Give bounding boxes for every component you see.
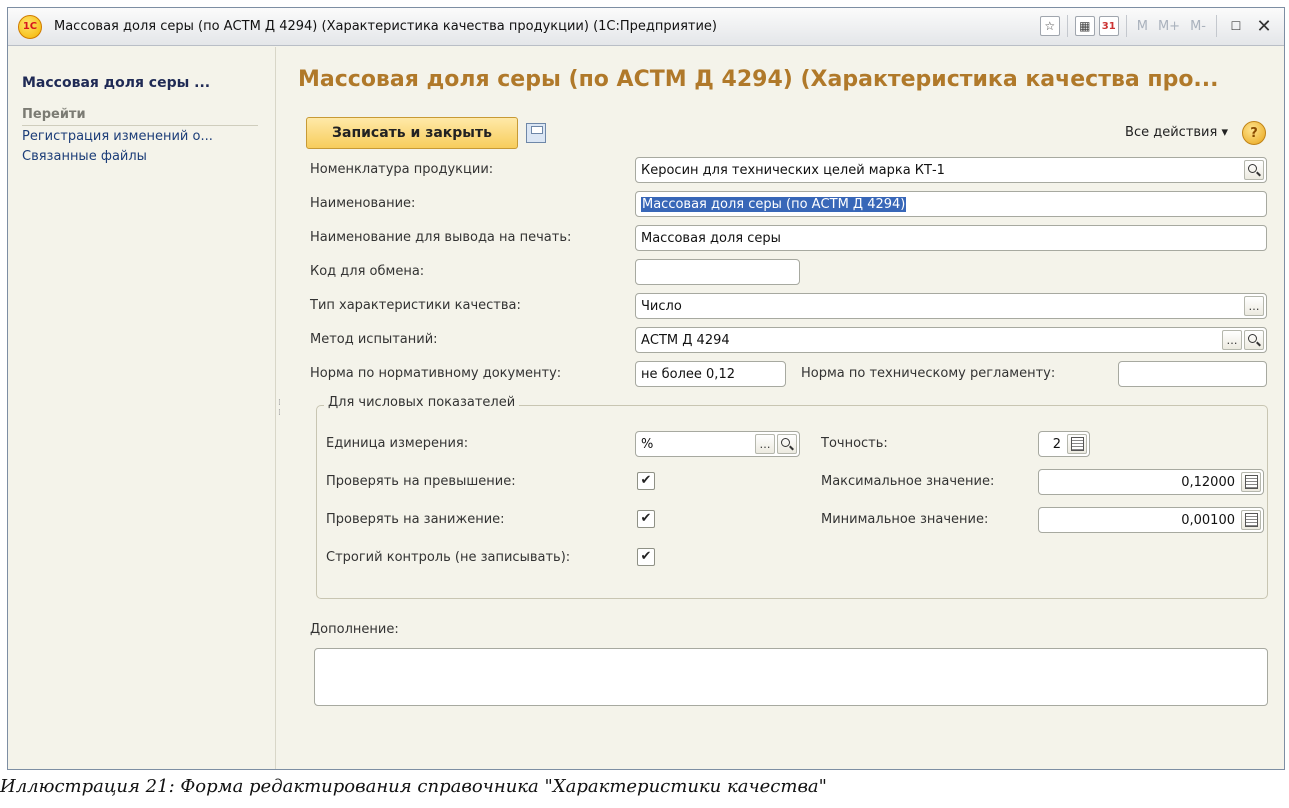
sidebar-title[interactable]: Массовая доля серы ... xyxy=(22,75,210,91)
check-over-checkbox[interactable]: ✔ xyxy=(637,472,655,490)
search-icon[interactable] xyxy=(777,434,797,454)
numeric-group-title: Для числовых показателей xyxy=(324,395,520,410)
save-icon[interactable] xyxy=(526,123,546,143)
quality-type-label: Тип характеристики качества: xyxy=(310,298,521,313)
strict-label: Строгий контроль (не записывать): xyxy=(326,550,571,565)
calendar-icon[interactable]: 31 xyxy=(1098,16,1119,36)
all-actions-menu[interactable]: Все действия ▾ xyxy=(1125,125,1228,140)
calculator-icon[interactable] xyxy=(1067,434,1087,454)
check-under-label: Проверять на занижение: xyxy=(326,512,505,527)
help-icon[interactable]: ? xyxy=(1242,121,1266,145)
norm-tech-field[interactable] xyxy=(1118,361,1267,387)
exchange-code-field[interactable] xyxy=(635,259,800,285)
memory-plus-button[interactable]: M+ xyxy=(1155,19,1183,34)
strict-checkbox[interactable]: ✔ xyxy=(637,548,655,566)
select-ellipsis-icon[interactable]: … xyxy=(755,434,775,454)
calculator-icon[interactable] xyxy=(1241,510,1261,530)
figure-caption: Иллюстрация 21: Форма редактирования спр… xyxy=(0,776,827,797)
memory-button[interactable]: M xyxy=(1134,19,1151,34)
name-field[interactable]: Массовая доля серы (по АСТМ Д 4294) xyxy=(635,191,1267,217)
save-and-close-button[interactable]: Записать и закрыть xyxy=(306,117,518,149)
name-label: Наименование: xyxy=(310,196,416,211)
check-over-label: Проверять на превышение: xyxy=(326,474,516,489)
search-icon[interactable] xyxy=(1244,160,1264,180)
divider xyxy=(1125,15,1127,37)
max-field[interactable]: 0,12000 xyxy=(1038,469,1264,495)
app-window: 1С Массовая доля серы (по АСТМ Д 4294) (… xyxy=(7,7,1285,770)
select-ellipsis-icon[interactable]: … xyxy=(1244,296,1264,316)
name-value: Массовая доля серы (по АСТМ Д 4294) xyxy=(641,196,907,212)
unit-value: % xyxy=(641,436,654,452)
sidebar-item-files[interactable]: Связанные файлы xyxy=(22,149,147,164)
unit-field[interactable]: % … xyxy=(635,431,800,457)
sidebar-item-registration[interactable]: Регистрация изменений о... xyxy=(22,129,213,144)
close-icon[interactable]: ✕ xyxy=(1252,14,1276,38)
test-method-value: АСТМ Д 4294 xyxy=(641,332,730,348)
addition-field[interactable] xyxy=(314,648,1268,706)
quality-type-value: Число xyxy=(641,298,682,314)
calculator-icon[interactable]: ▦ xyxy=(1074,16,1095,36)
max-value: 0,12000 xyxy=(1181,474,1235,490)
sidebar: Массовая доля серы ... Перейти Регистрац… xyxy=(8,47,276,769)
precision-value: 2 xyxy=(1052,436,1061,452)
select-ellipsis-icon[interactable]: … xyxy=(1222,330,1242,350)
print-name-field[interactable]: Массовая доля серы xyxy=(635,225,1267,251)
precision-field[interactable]: 2 xyxy=(1038,431,1090,457)
nomenclature-value: Керосин для технических целей марка КТ-1 xyxy=(641,162,945,178)
norm-tech-label: Норма по техническому регламенту: xyxy=(801,366,1056,381)
divider xyxy=(1216,15,1217,37)
norm-doc-value: не более 0,12 xyxy=(641,366,735,382)
form-area: Массовая доля серы (по АСТМ Д 4294) (Хар… xyxy=(288,47,1284,769)
test-method-label: Метод испытаний: xyxy=(310,332,438,347)
memory-minus-button[interactable]: M- xyxy=(1187,19,1209,34)
test-method-field[interactable]: АСТМ Д 4294 … xyxy=(635,327,1267,353)
search-icon[interactable] xyxy=(1244,330,1264,350)
norm-doc-field[interactable]: не более 0,12 xyxy=(635,361,786,387)
page-title: Массовая доля серы (по АСТМ Д 4294) (Хар… xyxy=(298,67,1219,92)
maximize-icon[interactable]: ☐ xyxy=(1224,14,1248,38)
favorites-icon[interactable]: ☆ xyxy=(1039,16,1060,36)
exchange-code-label: Код для обмена: xyxy=(310,264,425,279)
calculator-icon[interactable] xyxy=(1241,472,1261,492)
check-under-checkbox[interactable]: ✔ xyxy=(637,510,655,528)
sidebar-goto-heading: Перейти xyxy=(22,107,258,126)
1c-logo-icon: 1С xyxy=(18,14,42,39)
addition-label: Дополнение: xyxy=(310,622,399,637)
nomenclature-field[interactable]: Керосин для технических целей марка КТ-1 xyxy=(635,157,1267,183)
precision-label: Точность: xyxy=(821,436,888,451)
title-bar: 1С Массовая доля серы (по АСТМ Д 4294) (… xyxy=(8,8,1284,46)
print-name-label: Наименование для вывода на печать: xyxy=(310,230,572,245)
max-label: Максимальное значение: xyxy=(821,474,995,489)
quality-type-field[interactable]: Число … xyxy=(635,293,1267,319)
splitter-grip[interactable]: ⁞ ⁞ xyxy=(278,398,281,418)
unit-label: Единица измерения: xyxy=(326,436,469,451)
window-title: Массовая доля серы (по АСТМ Д 4294) (Хар… xyxy=(54,19,717,34)
min-value: 0,00100 xyxy=(1181,512,1235,528)
nomenclature-label: Номенклатура продукции: xyxy=(310,162,494,177)
norm-doc-label: Норма по нормативному документу: xyxy=(310,366,562,381)
print-name-value: Массовая доля серы xyxy=(641,230,781,246)
title-toolbar: ☆ ▦ 31 M M+ M- ☐ ✕ xyxy=(1039,14,1276,38)
divider xyxy=(1066,15,1068,37)
min-label: Минимальное значение: xyxy=(821,512,989,527)
min-field[interactable]: 0,00100 xyxy=(1038,507,1264,533)
